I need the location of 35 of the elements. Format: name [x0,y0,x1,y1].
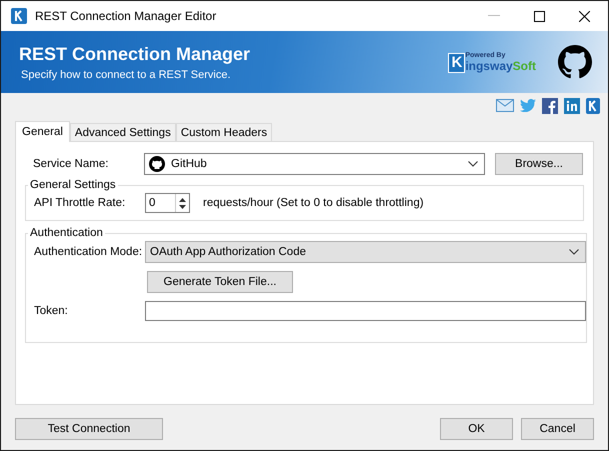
throttle-spinner[interactable]: 0 [145,193,190,213]
app-logo-icon [11,8,27,24]
group-title: General Settings [29,179,117,191]
tab[interactable]: Custom Headers [176,123,272,141]
mail-icon[interactable] [496,99,514,112]
throttle-hint: requests/hour (Set to 0 to disable throttling) [203,197,424,209]
browse-button[interactable]: Browse... [495,153,583,175]
window-title: REST Connection Manager Editor [35,9,216,23]
chevron-down-icon [569,249,579,255]
tab[interactable]: General [15,121,70,142]
logo-letter: K [448,52,466,72]
in-logo-icon[interactable] [564,98,580,114]
logo-wordmark: ingswaySoft [465,58,536,72]
generate-token-button[interactable]: Generate Token File... [147,271,293,293]
cancel-button[interactable]: Cancel [521,418,594,440]
k-logo-icon[interactable] [586,98,600,114]
ok-button[interactable]: OK [440,418,513,440]
throttle-label: API Throttle Rate: [33,197,126,209]
banner-subtitle: Specify how to connect to a REST Service. [21,68,232,80]
service-dropdown[interactable]: GitHub [144,153,485,175]
token-field[interactable] [145,301,586,321]
octocat-icon [558,45,592,79]
chevron-down-icon [468,161,478,167]
maximize-icon[interactable] [534,10,545,22]
close-icon[interactable] [579,10,590,22]
octocat-icon [149,156,165,172]
auth-mode-label: Authentication Mode: [33,246,144,258]
f-logo-icon[interactable] [542,98,558,114]
tab[interactable]: Advanced Settings [70,123,176,141]
token-label: Token: [33,305,69,317]
group-title: Authentication [29,227,104,239]
banner-title: REST Connection Manager [19,44,250,64]
auth-mode-dropdown[interactable]: OAuth App Authorization Code [145,241,586,263]
test-connection-button[interactable]: Test Connection [15,418,163,440]
service-name-label: Service Name: [32,158,110,170]
